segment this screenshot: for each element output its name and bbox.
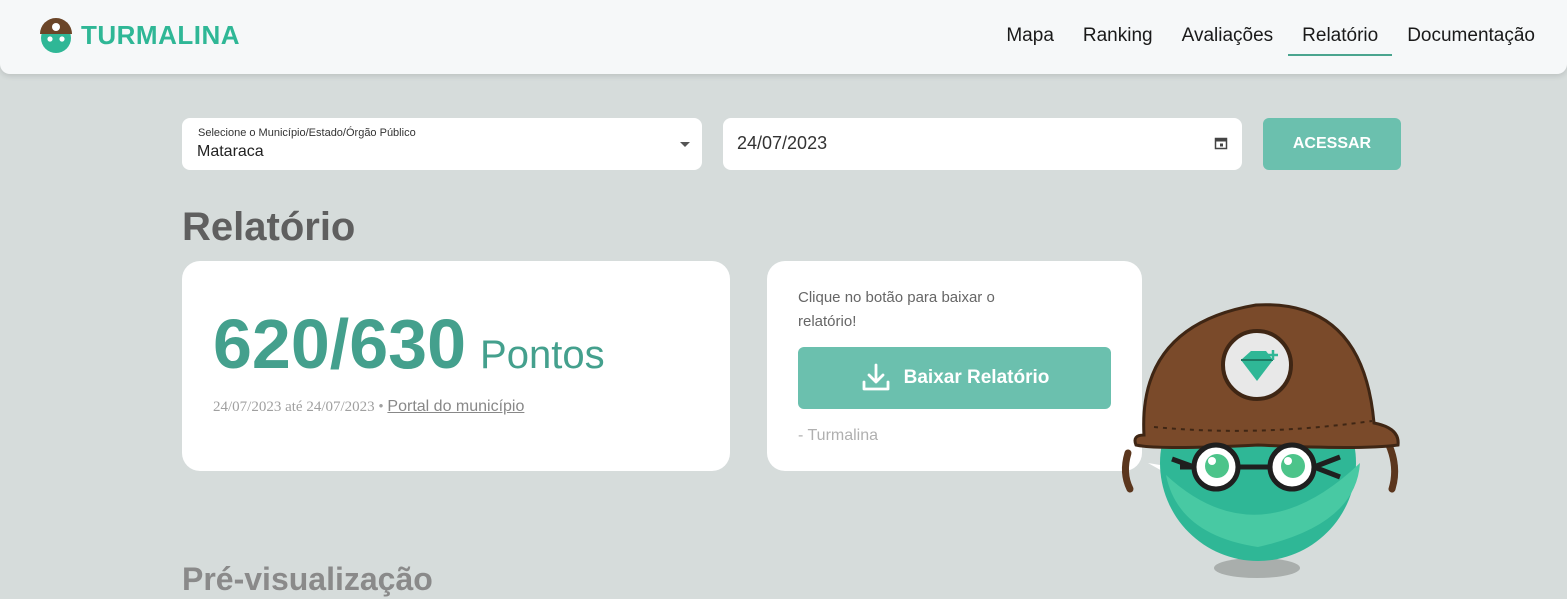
portal-link[interactable]: Portal do município bbox=[387, 398, 524, 415]
score-value: 620/630 bbox=[213, 305, 467, 383]
dropdown-arrow-icon[interactable] bbox=[680, 142, 690, 147]
nav-item-ranking[interactable]: Ranking bbox=[1083, 0, 1153, 74]
municipality-select[interactable]: Selecione o Município/Estado/Órgão Públi… bbox=[182, 118, 702, 170]
brand-logo[interactable]: TURMALINA bbox=[37, 16, 240, 54]
calendar-icon[interactable] bbox=[1214, 136, 1228, 150]
brand-name: TURMALINA bbox=[81, 19, 241, 50]
report-period: 24/07/2023 até 24/07/2023 bbox=[213, 399, 375, 415]
download-icon bbox=[862, 363, 890, 391]
top-navbar: TURMALINA Mapa Ranking Avaliações Relató… bbox=[0, 0, 1567, 74]
date-input-value: 24/07/2023 bbox=[737, 133, 828, 153]
nav-item-documentacao[interactable]: Documentação bbox=[1407, 0, 1535, 74]
turmalina-logo-icon bbox=[40, 18, 72, 53]
page-title: Relatório bbox=[182, 205, 356, 249]
nav-item-relatorio[interactable]: Relatório bbox=[1288, 0, 1393, 74]
score-unit: Pontos bbox=[480, 333, 605, 377]
date-input[interactable]: 24/07/2023 bbox=[723, 118, 1242, 170]
download-instruction: Clique no botão para baixar o relatório! bbox=[798, 289, 995, 330]
municipality-select-label: Selecione o Município/Estado/Órgão Públi… bbox=[198, 127, 416, 139]
mascot-illustration bbox=[1121, 303, 1400, 578]
nav-item-avaliacoes[interactable]: Avaliações bbox=[1182, 0, 1274, 74]
access-button[interactable]: ACESSAR bbox=[1263, 118, 1401, 170]
download-report-label: Baixar Relatório bbox=[903, 367, 1050, 388]
score-card: 620/630 Pontos 24/07/2023 até 24/07/2023 … bbox=[182, 261, 730, 471]
preview-title: Pré-visualização bbox=[182, 561, 433, 597]
download-card: Clique no botão para baixar o relatório!… bbox=[767, 261, 1142, 471]
score-display: 620/630 Pontos bbox=[213, 304, 605, 384]
main-nav: Mapa Ranking Avaliações Relatório Docume… bbox=[977, 0, 1535, 74]
score-meta: 24/07/2023 até 24/07/2023 • Portal do mu… bbox=[213, 398, 524, 416]
nav-item-mapa[interactable]: Mapa bbox=[1006, 0, 1054, 74]
download-signature: - Turmalina bbox=[798, 427, 879, 444]
meta-separator: • bbox=[378, 399, 384, 415]
municipality-select-value: Mataraca bbox=[197, 143, 264, 160]
download-report-button[interactable]: Baixar Relatório bbox=[798, 347, 1111, 409]
